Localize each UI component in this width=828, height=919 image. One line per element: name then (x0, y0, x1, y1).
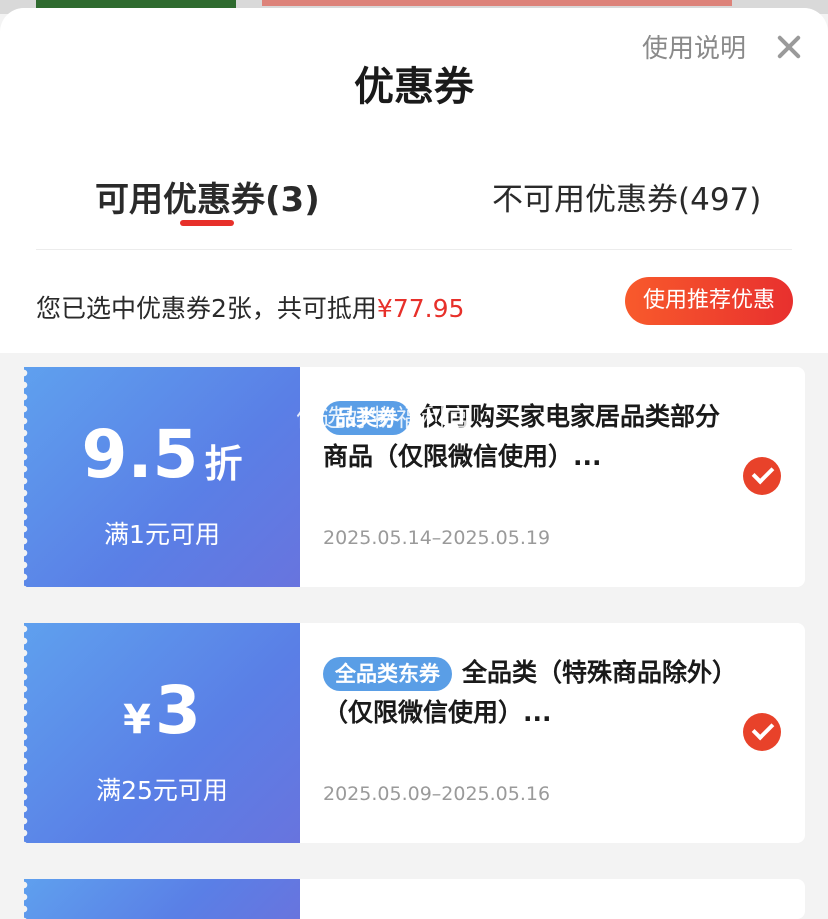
coupon-value: 9.5 折 (81, 416, 243, 493)
summary-text: 您已选中优惠券2张，共可抵用 (36, 294, 377, 323)
tab-unavailable-coupons[interactable]: 不可用优惠券(497) (492, 174, 761, 219)
background-banner-red (262, 0, 732, 6)
coupon-value: ¥3 (123, 672, 201, 749)
background-banner-green (36, 0, 236, 8)
coupon-value-panel: 9.5 折 满1元可用 (24, 367, 300, 587)
usage-instructions-link[interactable]: 使用说明 (642, 28, 746, 65)
tab-divider (36, 249, 792, 250)
coupon-validity: 2025.05.14–2025.05.19 (323, 527, 551, 549)
coupon-detail-panel: 全品类东券 全品类（特殊商品除外）（仅限微信使用）... 2025.05.09–2… (300, 623, 805, 843)
discount-amount: ¥77.95 (376, 294, 465, 323)
coupon-condition: 满25元可用 (96, 776, 228, 805)
checkmark-icon[interactable] (743, 713, 781, 751)
coupon-value-panel (24, 879, 300, 919)
selection-summary: 您已选中优惠券2张，共可抵用¥77.95 (36, 289, 464, 325)
coupon-condition: 满1元可用 (104, 520, 220, 549)
coupon-tag: 全品类东券 (323, 657, 452, 691)
checkmark-icon[interactable] (743, 457, 781, 495)
active-tab-indicator (180, 220, 234, 226)
watermark-text: 优选好物福利官 (296, 404, 471, 432)
sheet-header: 优惠券 使用说明 可用优惠券(3) 不可用优惠券(497) 您已选中优惠券2张，… (0, 8, 828, 353)
coupon-card[interactable]: ¥3 满25元可用 全品类东券 全品类（特殊商品除外）（仅限微信使用）... 20… (24, 623, 805, 843)
use-recommended-button[interactable]: 使用推荐优惠 (625, 277, 793, 325)
coupon-detail-panel (300, 879, 805, 919)
coupon-card-partial[interactable] (24, 879, 805, 919)
coupon-value-panel: ¥3 满25元可用 (24, 623, 300, 843)
tab-available-coupons[interactable]: 可用优惠券(3) (95, 172, 320, 221)
close-icon[interactable] (774, 32, 804, 62)
coupon-description: 全品类东券 全品类（特殊商品除外）（仅限微信使用）... (323, 657, 738, 727)
coupon-validity: 2025.05.09–2025.05.16 (323, 783, 551, 805)
